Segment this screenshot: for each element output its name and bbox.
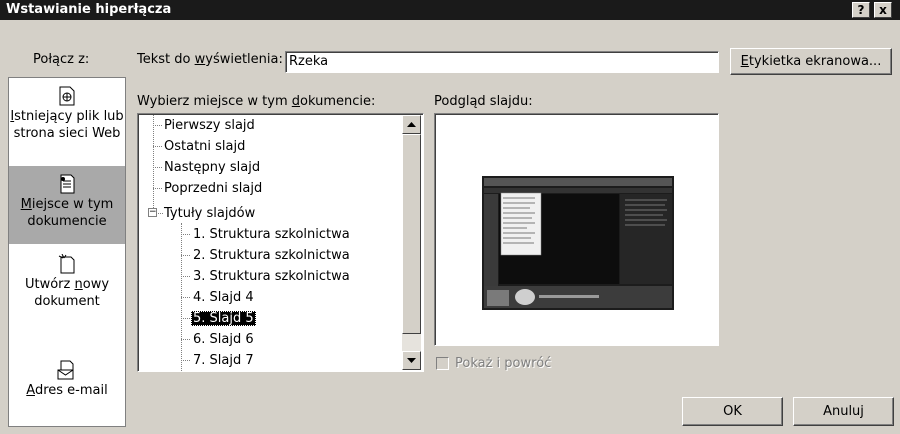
- list-item[interactable]: 6. Slajd 6: [191, 329, 256, 350]
- place-accel: M: [20, 197, 32, 212]
- list-item-label: 5. Slajd 5: [191, 311, 256, 326]
- list-item[interactable]: Następny slajd: [162, 157, 262, 178]
- list-item-label: Następny slajd: [164, 160, 261, 175]
- scroll-up-button[interactable]: [402, 115, 421, 134]
- cancel-button[interactable]: Anuluj: [793, 397, 894, 426]
- tree-line: [181, 255, 190, 256]
- screen-tip-button[interactable]: Etykietka ekranowa...: [730, 48, 892, 75]
- close-button[interactable]: x: [874, 2, 892, 18]
- place-list-accel: d: [291, 94, 301, 109]
- screen-tip-label: tykietka ekranowa...: [748, 54, 882, 69]
- list-item[interactable]: Ostatni slajd: [162, 136, 247, 157]
- tree-line: [153, 167, 162, 168]
- help-button[interactable]: ?: [852, 2, 870, 18]
- new-doc-accel: n: [74, 277, 83, 292]
- list-item[interactable]: 2. Struktura szkolnictwa: [191, 245, 352, 266]
- list-item-selected[interactable]: 5. Slajd 5: [191, 308, 256, 329]
- tree-line: [153, 146, 162, 147]
- new-doc-label-pre: Utwórz: [24, 277, 75, 292]
- display-text-label-pre: Tekst do: [137, 52, 195, 67]
- slide-preview: [434, 113, 719, 346]
- preview-label: Podgląd slajdu:: [434, 94, 533, 109]
- tree-line: [181, 276, 190, 277]
- screen-tip-accel: E: [740, 54, 749, 69]
- list-item[interactable]: Pierwszy slajd: [162, 115, 257, 136]
- tree-line: [181, 234, 190, 235]
- ok-button[interactable]: OK: [682, 397, 783, 426]
- dialog-title: Wstawianie hiperłącza: [6, 2, 172, 17]
- sidebar-item-place-in-document[interactable]: Miejsce w tym dokumencie: [9, 166, 125, 244]
- title-bar: Wstawianie hiperłącza ? x: [0, 0, 900, 20]
- list-item[interactable]: 1. Struktura szkolnictwa: [191, 224, 352, 245]
- document-place-icon: [60, 174, 75, 194]
- existing-file-label: stniejący plik lub strona sieci Web: [13, 109, 124, 141]
- vertical-scrollbar[interactable]: [402, 115, 421, 370]
- display-text-input[interactable]: Rzeka: [285, 51, 719, 73]
- list-item[interactable]: 3. Struktura szkolnictwa: [191, 266, 352, 287]
- list-item-label: 1. Struktura szkolnictwa: [193, 227, 350, 242]
- show-and-return-label: Pokaż i powróć: [455, 356, 552, 371]
- tree-line: [153, 115, 154, 216]
- email-icon: [57, 360, 74, 380]
- place-tree[interactable]: − Pierwszy slajd Ostatni slajd Następny …: [137, 113, 424, 372]
- place-label: iejsce w tym dokumencie: [27, 197, 114, 229]
- list-item-label: 7. Slajd 7: [193, 353, 254, 368]
- sidebar-item-existing-file[interactable]: Istniejący plik lub strona sieci Web: [9, 86, 125, 166]
- sidebar-item-email[interactable]: Adres e-mail: [9, 360, 125, 420]
- list-item-label: Pierwszy slajd: [164, 118, 255, 133]
- place-list-label-pre: Wybierz miejsce w tym: [137, 94, 292, 109]
- list-item-label: Tytuły slajdów: [164, 206, 256, 221]
- email-label: dres e-mail: [34, 383, 108, 398]
- list-item-label: 4. Slajd 4: [193, 290, 254, 305]
- tree-line: [181, 360, 190, 361]
- place-list-label: Wybierz miejsce w tym dokumencie:: [137, 94, 375, 109]
- globe-document-icon: [59, 86, 75, 106]
- list-item[interactable]: Poprzedni slajd: [162, 178, 264, 199]
- list-item-label: 2. Struktura szkolnictwa: [193, 248, 350, 263]
- display-text-label-rest: yświetlenia:: [205, 52, 283, 67]
- arrow-down-icon: [407, 358, 416, 363]
- display-text-accel: w: [194, 52, 206, 67]
- list-item[interactable]: Tytuły slajdów: [162, 203, 257, 224]
- show-and-return-checkbox[interactable]: [436, 357, 449, 370]
- new-document-icon: [58, 254, 75, 274]
- collapse-icon[interactable]: −: [148, 208, 157, 217]
- list-item-label: Ostatni slajd: [164, 139, 246, 154]
- tree-line: [153, 188, 162, 189]
- slide-thumbnail: [482, 176, 674, 310]
- list-item-label: 6. Slajd 6: [193, 332, 254, 347]
- email-accel: A: [26, 383, 35, 398]
- list-item[interactable]: 7. Slajd 7: [191, 350, 256, 371]
- tree-line: [181, 339, 190, 340]
- list-item-label: Poprzedni slajd: [164, 181, 263, 196]
- link-type-sidebar: Istniejący plik lub strona sieci Web Mie…: [8, 77, 126, 427]
- scroll-thumb[interactable]: [402, 134, 421, 334]
- tree-line: [153, 125, 162, 126]
- tree-line: [181, 297, 190, 298]
- display-text-label: Tekst do wyświetlenia:: [137, 52, 283, 67]
- tree-line: [181, 318, 190, 319]
- list-item[interactable]: 4. Slajd 4: [191, 287, 256, 308]
- link-to-label: Połącz z:: [33, 52, 90, 67]
- scroll-down-button[interactable]: [402, 351, 421, 370]
- arrow-up-icon: [407, 122, 416, 127]
- sidebar-item-new-document[interactable]: Utwórz nowy dokument: [9, 254, 125, 334]
- place-list-label-rest: okumencie:: [300, 94, 376, 109]
- list-item-label: 3. Struktura szkolnictwa: [193, 269, 350, 284]
